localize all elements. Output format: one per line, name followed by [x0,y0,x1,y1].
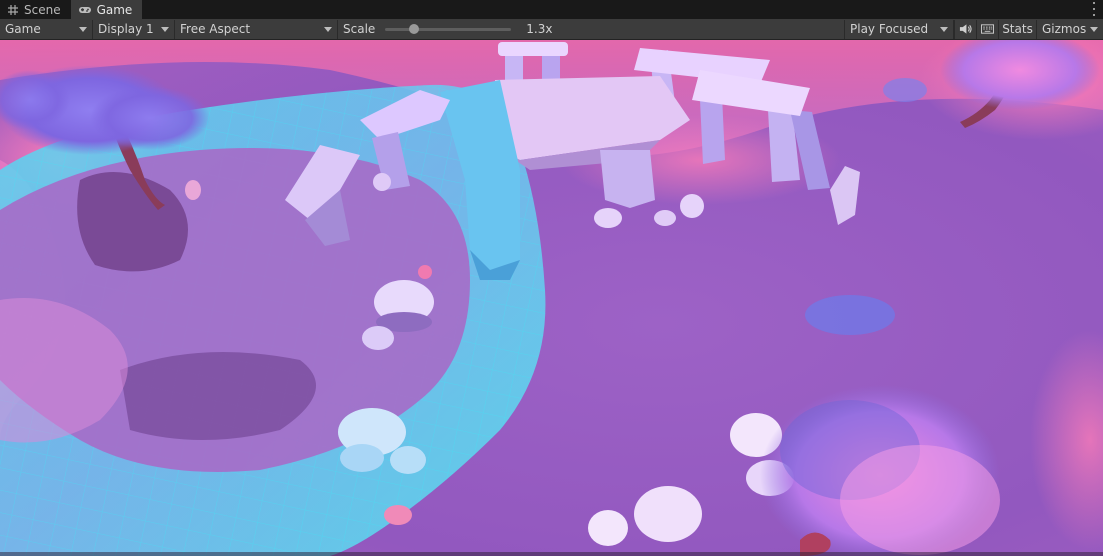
display-label: Display 1 [98,22,154,36]
mute-audio-button[interactable] [954,19,976,39]
speaker-icon [959,24,972,34]
gamepad-icon [78,4,92,16]
grid-icon [7,4,19,16]
tab-scene-label: Scene [24,2,61,17]
flower-bottom [384,505,412,525]
game-view-toolbar: Game Display 1 Free Aspect Scale 1.3x Pl… [0,19,1103,40]
chevron-down-icon [79,26,87,32]
display-dropdown[interactable]: Display 1 [93,19,175,39]
tab-scene[interactable]: Scene [0,0,71,19]
tab-game-label: Game [96,2,133,17]
view-mode-dropdown[interactable]: Game [0,19,93,39]
stats-toggle-icon-button[interactable] [976,19,998,39]
viewport-bottom-edge [0,552,1103,556]
aspect-label: Free Aspect [180,22,251,36]
scale-slider[interactable] [385,23,512,34]
stats-label: Stats [1002,22,1033,36]
flower-mid [418,265,432,279]
scale-label: Scale [343,22,376,36]
scale-control: Scale 1.3x [338,20,831,39]
chevron-down-icon [1090,26,1098,32]
keyboard-icon [981,24,994,34]
aspect-dropdown[interactable]: Free Aspect [175,19,338,39]
scale-slider-thumb[interactable] [409,23,420,34]
chevron-down-icon [940,26,948,32]
view-mode-label: Game [5,22,41,36]
chevron-down-icon [161,26,169,32]
stats-button[interactable]: Stats [998,19,1036,39]
tab-game[interactable]: Game [70,0,143,19]
more-options-icon[interactable] [1092,2,1096,16]
editor-tab-bar: Scene Game [0,0,1103,19]
scale-value: 1.3x [526,22,553,36]
game-view-viewport[interactable] [0,40,1103,556]
gizmos-dropdown[interactable]: Gizmos [1036,19,1103,39]
gizmos-label: Gizmos [1042,22,1087,36]
play-mode-dropdown[interactable]: Play Focused [844,19,954,39]
play-mode-label: Play Focused [850,22,929,36]
chevron-down-icon [324,26,332,32]
